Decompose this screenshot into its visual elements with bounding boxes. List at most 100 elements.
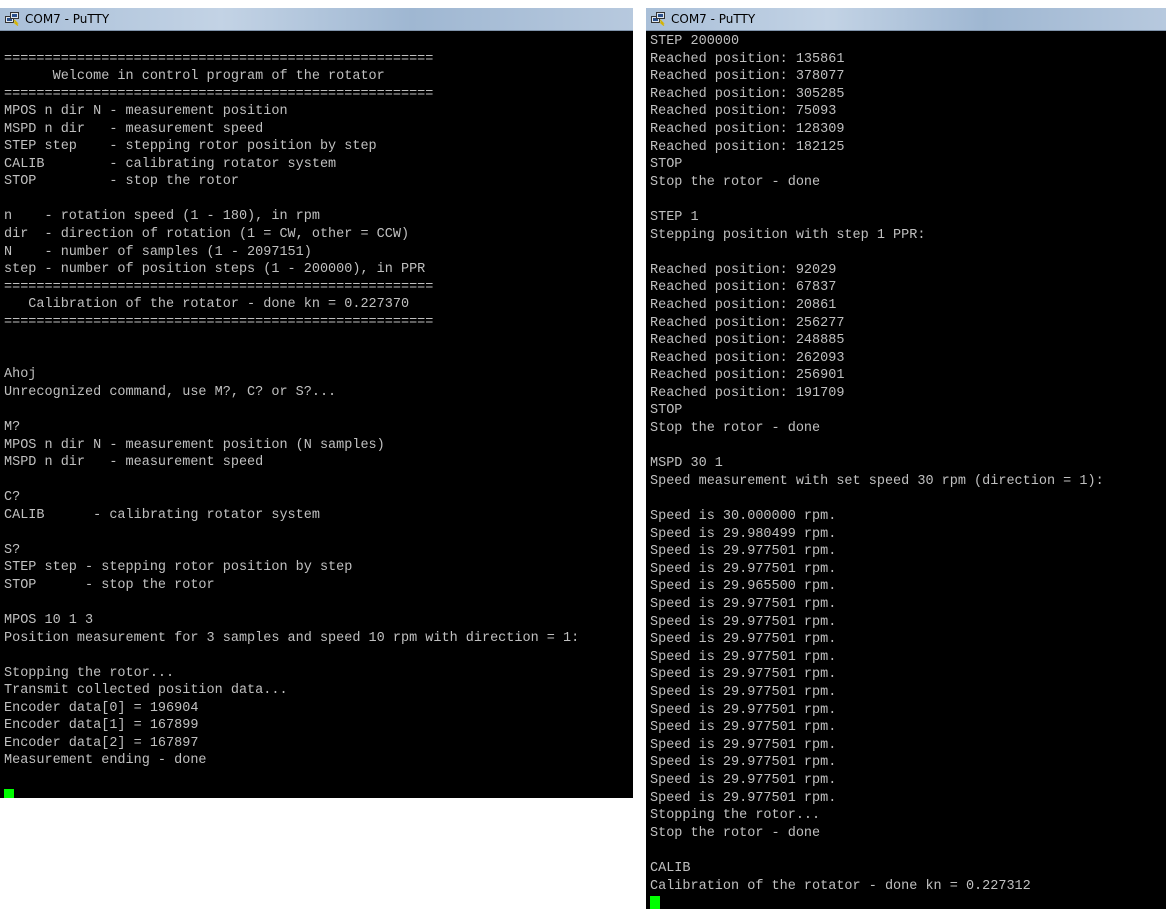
terminal-line: dir - direction of rotation (1 = CW, oth… <box>4 227 410 243</box>
terminal-line: Stop the rotor - done <box>650 174 821 190</box>
terminal-line: Stepping position with step 1 PPR: <box>650 227 926 243</box>
terminal-line: step - number of position steps (1 - 200… <box>4 262 426 278</box>
terminal-line: Speed is 29.977501 rpm. <box>650 667 837 683</box>
title-bar[interactable]: COM7 - PuTTY <box>646 8 1166 31</box>
terminal-line: Reached position: 248885 <box>650 333 845 349</box>
title-bar[interactable]: COM7 - PuTTY <box>0 8 633 31</box>
terminal-line: Reached position: 75093 <box>650 104 837 120</box>
putty-icon <box>5 12 19 26</box>
terminal-line: STEP step - stepping rotor position by s… <box>4 139 377 155</box>
terminal-line: Measurement ending - done <box>4 753 207 769</box>
terminal-line: Reached position: 262093 <box>650 350 845 366</box>
terminal-line: STOP - stop the rotor <box>4 174 239 190</box>
terminal-line: Transmit collected position data... <box>4 683 288 699</box>
terminal-line: Reached position: 20861 <box>650 297 837 313</box>
terminal-line: Unrecognized command, use M?, C? or S?..… <box>4 384 337 400</box>
terminal-line: Ahoj <box>4 367 37 383</box>
terminal-line: CALIB <box>650 860 691 876</box>
terminal-line: M? <box>4 420 21 436</box>
terminal-line: Encoder data[2] = 167897 <box>4 735 199 751</box>
terminal-line: ========================================… <box>4 314 434 330</box>
window-title: COM7 - PuTTY <box>671 12 756 26</box>
terminal-line: Speed is 29.977501 rpm. <box>650 702 837 718</box>
terminal-line: Reached position: 305285 <box>650 86 845 102</box>
terminal-line: MPOS n dir N - measurement position (N s… <box>4 437 385 453</box>
terminal-line: Encoder data[0] = 196904 <box>4 700 199 716</box>
terminal-line: CALIB - calibrating rotator system <box>4 507 320 523</box>
terminal-line: Speed is 29.977501 rpm. <box>650 737 837 753</box>
terminal-line: Speed is 29.977501 rpm. <box>650 772 837 788</box>
terminal-line: Reached position: 128309 <box>650 121 845 137</box>
terminal-line: Speed is 29.977501 rpm. <box>650 755 837 771</box>
terminal-line: ========================================… <box>4 279 434 295</box>
terminal-line: S? <box>4 542 21 558</box>
terminal-output[interactable]: ========================================… <box>4 33 633 798</box>
terminal-line: Speed measurement with set speed 30 rpm … <box>650 473 1104 489</box>
terminal-line: Speed is 29.977501 rpm. <box>650 544 837 560</box>
terminal-line: Reached position: 135861 <box>650 51 845 67</box>
terminal-line: Speed is 29.980499 rpm. <box>650 526 837 542</box>
terminal-line: Calibration of the rotator - done kn = 0… <box>4 297 410 313</box>
terminal-line: ========================================… <box>4 86 434 102</box>
terminal-line: Speed is 29.965500 rpm. <box>650 579 837 595</box>
terminal-line: N - number of samples (1 - 2097151) <box>4 244 312 260</box>
terminal-line: Speed is 29.977501 rpm. <box>650 649 837 665</box>
terminal-cursor <box>650 896 660 909</box>
terminal-line: STEP 200000 <box>650 34 740 49</box>
terminal-line: Reached position: 256901 <box>650 368 845 384</box>
terminal-line: Reached position: 191709 <box>650 385 845 401</box>
terminal-line: Stop the rotor - done <box>650 421 821 437</box>
terminal-line: Speed is 29.977501 rpm. <box>650 684 837 700</box>
terminal-line: MPOS 10 1 3 <box>4 613 94 629</box>
terminal-line: Stop the rotor - done <box>650 825 821 841</box>
terminal-output[interactable]: STEP 200000 Reached position: 135861 Reach… <box>650 33 1166 909</box>
terminal-line: Reached position: 378077 <box>650 69 845 85</box>
terminal-line: Stopping the rotor... <box>650 808 821 824</box>
terminal-line: STOP - stop the rotor <box>4 577 215 593</box>
terminal-line: Speed is 30.000000 rpm. <box>650 509 837 525</box>
terminal-line: STOP <box>650 403 683 419</box>
terminal-line: Speed is 29.977501 rpm. <box>650 720 837 736</box>
terminal-line: Stopping the rotor... <box>4 665 175 681</box>
terminal-line: Reached position: 92029 <box>650 262 837 278</box>
terminal-line: Welcome in control program of the rotato… <box>4 69 385 85</box>
terminal-line: MSPD 30 1 <box>650 456 723 472</box>
terminal-line: STEP step - stepping rotor position by s… <box>4 560 353 576</box>
terminal-line: MSPD n dir - measurement speed <box>4 455 264 471</box>
terminal-line: Speed is 29.977501 rpm. <box>650 632 837 648</box>
terminal-line: Calibration of the rotator - done kn = 0… <box>650 878 1031 894</box>
terminal-line: n - rotation speed (1 - 180), in rpm <box>4 209 320 225</box>
putty-window-right[interactable]: COM7 - PuTTY STEP 200000 Reached position… <box>646 8 1166 909</box>
terminal-line: Reached position: 67837 <box>650 280 837 296</box>
terminal-line: Speed is 29.977501 rpm. <box>650 614 837 630</box>
terminal-line: STOP <box>650 157 683 173</box>
terminal-line: STEP 1 <box>650 209 699 225</box>
terminal-line: Speed is 29.977501 rpm. <box>650 790 837 806</box>
terminal-line: CALIB - calibrating rotator system <box>4 156 337 172</box>
terminal-line: Speed is 29.977501 rpm. <box>650 561 837 577</box>
terminal-line: MSPD n dir - measurement speed <box>4 121 264 137</box>
terminal-line: Encoder data[1] = 167899 <box>4 718 199 734</box>
window-title: COM7 - PuTTY <box>25 12 110 26</box>
terminal-line: Speed is 29.977501 rpm. <box>650 597 837 612</box>
putty-window-left[interactable]: COM7 - PuTTY ===========================… <box>0 8 633 798</box>
putty-icon <box>651 12 665 26</box>
terminal-cursor <box>4 788 14 798</box>
terminal-line: ========================================… <box>4 51 434 67</box>
terminal-line: C? <box>4 490 21 506</box>
terminal-line: MPOS n dir N - measurement position <box>4 104 288 120</box>
